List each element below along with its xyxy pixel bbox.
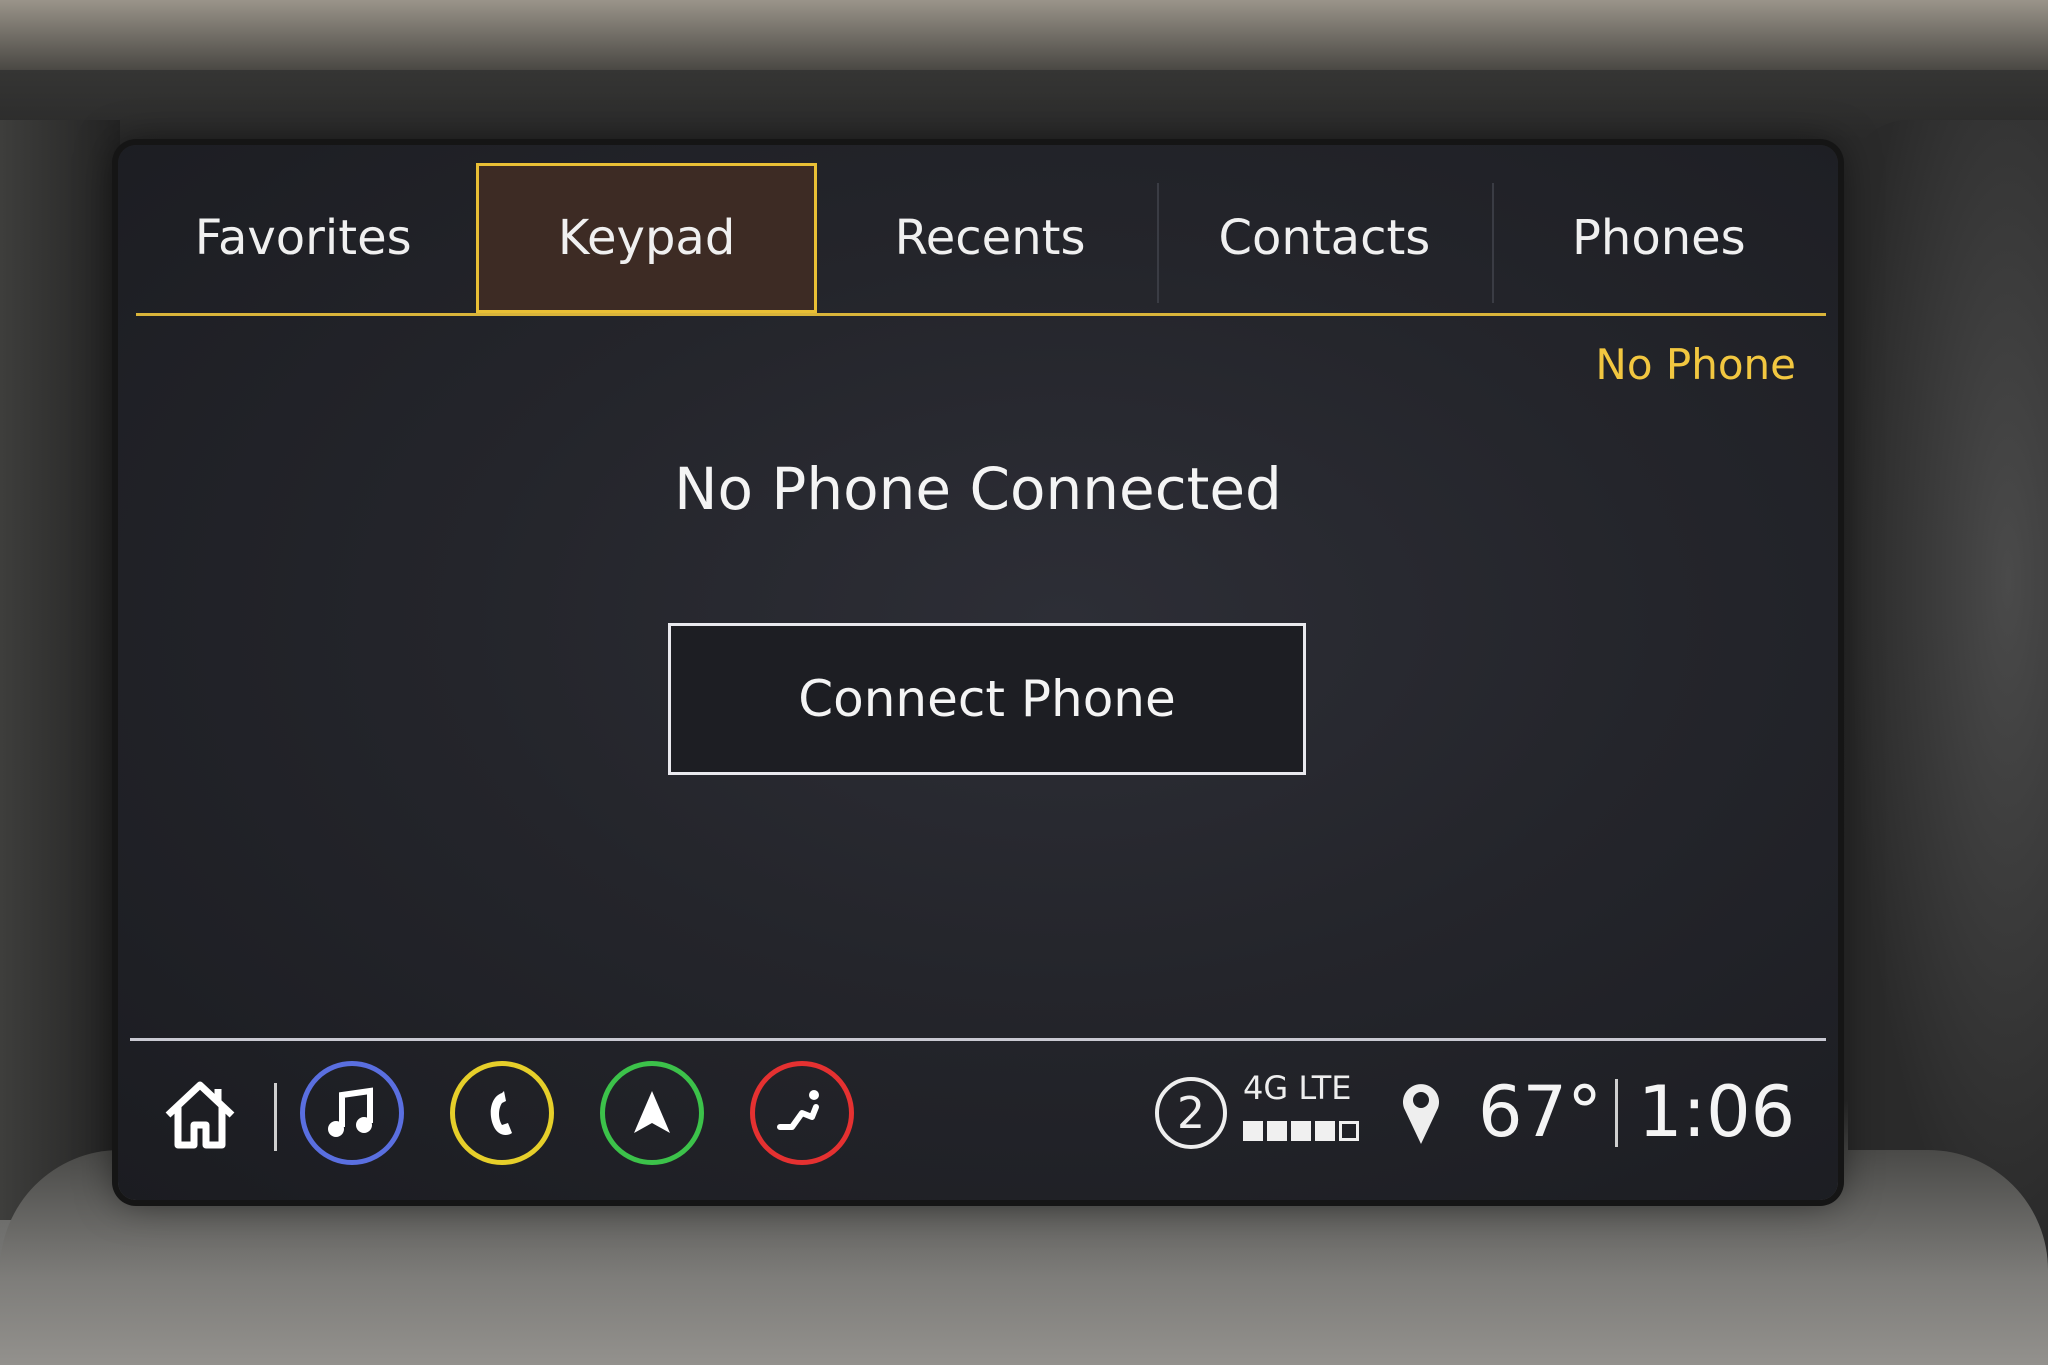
tab-contacts[interactable]: Contacts <box>1157 163 1491 313</box>
tab-keypad[interactable]: Keypad <box>476 163 817 313</box>
channel-number: 2 <box>1177 1087 1205 1139</box>
home-icon[interactable] <box>160 1075 240 1155</box>
phone-status: No Phone <box>1595 340 1796 389</box>
onstar-button[interactable] <box>750 1061 854 1165</box>
network-label: 4G LTE <box>1243 1069 1352 1107</box>
phone-tabs: Favorites Keypad Recents Contacts Phones <box>136 163 1826 313</box>
temp-time-divider <box>1615 1079 1618 1147</box>
tab-favorites[interactable]: Favorites <box>136 163 470 313</box>
onstar-seat-icon <box>777 1090 819 1130</box>
temperature: 67° <box>1478 1071 1603 1153</box>
tab-label: Phones <box>1571 210 1746 266</box>
location-pin-icon <box>1403 1084 1439 1144</box>
navigation-button[interactable] <box>600 1061 704 1165</box>
signal-bar <box>1315 1121 1335 1141</box>
no-phone-message: No Phone Connected <box>674 455 1282 523</box>
connect-phone-button[interactable]: Connect Phone <box>668 623 1306 775</box>
dashboard-bezel-top <box>0 0 2048 70</box>
music-icon <box>328 1087 373 1137</box>
tab-label: Contacts <box>1218 210 1431 266</box>
tab-label: Favorites <box>194 210 412 266</box>
audio-button[interactable] <box>300 1061 404 1165</box>
signal-bar <box>1243 1121 1263 1141</box>
signal-bar <box>1339 1121 1359 1141</box>
tab-divider-line <box>136 313 1826 316</box>
siriusxm-channel-badge: 2 <box>1155 1077 1227 1149</box>
clock: 1:06 <box>1638 1071 1796 1153</box>
bottom-app-bar: 2 4G LTE 67° 1:06 <box>118 1041 1838 1200</box>
dashboard-bezel-right <box>1848 120 2048 1270</box>
tab-label: Recents <box>894 210 1086 266</box>
phone-button[interactable] <box>450 1061 554 1165</box>
infotainment-screen: Favorites Keypad Recents Contacts Phones… <box>118 145 1838 1200</box>
signal-bar <box>1291 1121 1311 1141</box>
home-divider <box>274 1083 277 1151</box>
tab-recents[interactable]: Recents <box>823 163 1157 313</box>
tab-phones[interactable]: Phones <box>1491 163 1826 313</box>
tab-label: Keypad <box>557 210 736 266</box>
phone-icon <box>490 1091 512 1135</box>
signal-bars <box>1243 1121 1359 1141</box>
dashboard-bezel-left <box>0 120 120 1220</box>
navigation-icon <box>634 1091 670 1133</box>
signal-bar <box>1267 1121 1287 1141</box>
